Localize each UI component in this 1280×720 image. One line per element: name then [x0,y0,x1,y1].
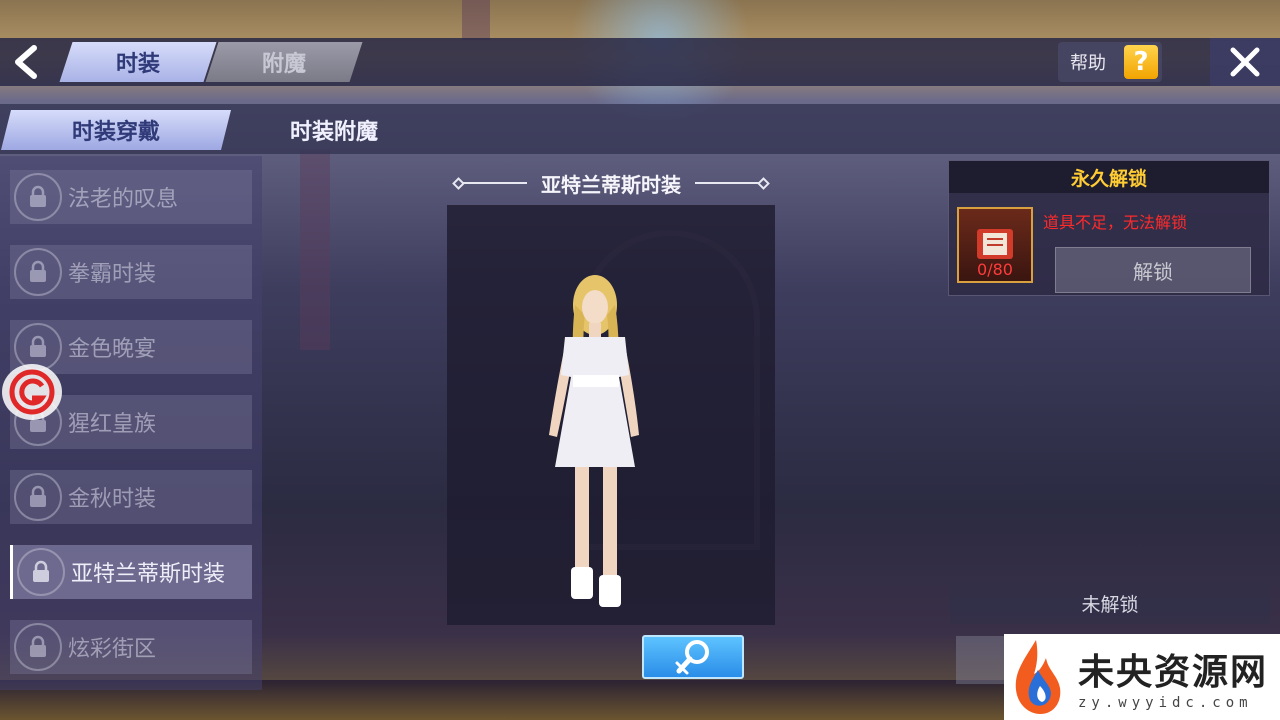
list-item-label: 金色晚宴 [68,337,157,362]
character-preview[interactable] [447,205,775,625]
side-float-button[interactable] [2,364,62,420]
unlock-panel-header: 永久解锁 [949,161,1269,193]
character-model-image [549,275,639,607]
flame-logo-icon [1015,640,1061,714]
warning-text: 道具不足，无法解锁 [1043,213,1188,232]
lock-icon [14,623,62,671]
tab-costume-wear[interactable]: 时装穿戴 [1,110,231,150]
list-item[interactable]: 金色晚宴 [10,320,252,374]
list-item-label: 拳霸时装 [68,262,157,287]
list-item[interactable]: 拳霸时装 [10,245,252,299]
swirl-logo-icon [9,369,55,415]
background-pillar [300,150,330,350]
lock-icon [14,248,62,296]
back-button[interactable] [0,38,52,86]
unlock-panel-title: 永久解锁 [1070,167,1147,190]
list-item[interactable]: 法老的叹息 [10,170,252,224]
background-pillar [462,0,490,40]
magnify-icon [675,640,709,675]
list-item[interactable]: 金秋时装 [10,470,252,524]
close-button[interactable] [1210,38,1280,86]
preview-title: 亚特兰蒂斯时装 [541,172,681,197]
preview-title-bar: 亚特兰蒂斯时装 [446,168,776,198]
close-icon [1230,47,1260,77]
watermark-title: 未央资源网 [1078,651,1269,693]
item-count: 0/80 [977,260,1013,279]
lock-icon [14,173,62,221]
watermark-text-group: 未央资源网 zy.wyyidc.com [1078,643,1268,711]
tab-costume-enchant[interactable]: 时装附魔 [224,110,444,150]
unlock-status: 未解锁 [950,582,1270,624]
item-slot[interactable]: 0/80 [957,207,1033,283]
help-button[interactable]: 帮助 ? [1058,42,1162,82]
tab-costume[interactable]: 时装 [59,42,217,82]
question-mark-icon: ? [1124,45,1158,79]
help-label: 帮助 [1070,53,1106,74]
list-item-label: 法老的叹息 [68,187,179,212]
zoom-button[interactable] [642,635,744,679]
tab-enchant[interactable]: 附魔 [205,42,363,82]
unlock-panel: 永久解锁 0/80 道具不足，无法解锁 解锁 [948,160,1270,296]
list-item-label: 炫彩街区 [68,637,157,662]
title-divider [695,182,759,184]
unlock-button[interactable]: 解锁 [1055,247,1251,293]
chevron-left-icon [15,45,37,79]
lock-icon [14,473,62,521]
list-item-label: 金秋时装 [68,487,157,512]
diamond-icon [757,176,770,190]
list-item-selected[interactable]: 亚特兰蒂斯时装 [10,545,252,599]
lock-icon [17,548,65,596]
list-item-label: 亚特兰蒂斯时装 [71,562,226,587]
title-divider [463,182,527,184]
watermark-url: zy.wyyidc.com [1078,695,1253,711]
watermark: 未央资源网 zy.wyyidc.com [1004,634,1280,720]
list-item-label: 猩红皇族 [68,412,157,437]
list-item[interactable]: 炫彩街区 [10,620,252,674]
